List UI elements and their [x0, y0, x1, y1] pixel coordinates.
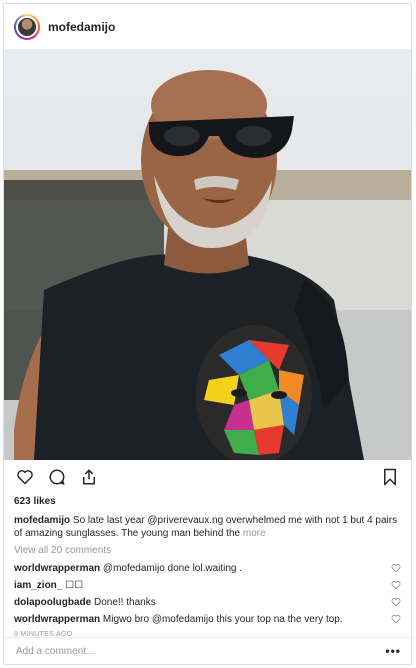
more-link[interactable]: more	[243, 528, 266, 539]
avatar[interactable]	[14, 13, 40, 40]
comment-input[interactable]	[14, 644, 386, 658]
comment-row: dolapoolugbade Done!! thanks	[4, 594, 411, 610]
comment-text: Done!! thanks	[94, 596, 156, 608]
post-username[interactable]: mofedamijo	[48, 20, 115, 34]
comment-heart-icon[interactable]	[391, 614, 401, 624]
comment-heart-icon[interactable]	[391, 563, 401, 573]
comment-row: worldwrapperman Migwo bro @mofedamijo th…	[4, 611, 411, 627]
comment-text: Migwo bro @mofedamijo this your top na t…	[102, 613, 343, 625]
post-photo[interactable]	[4, 50, 411, 460]
caption: mofedamijo So late last year @priverevau…	[4, 510, 411, 540]
caption-username[interactable]: mofedamijo	[14, 515, 70, 526]
share-icon[interactable]	[78, 466, 100, 488]
action-bar	[4, 460, 411, 494]
comment-text: ☐☐	[65, 579, 84, 591]
post-card: mofedamijo 623 likes mofedamijo So late …	[3, 3, 412, 665]
comment-username[interactable]: iam_zion_	[14, 580, 62, 591]
view-all-comments-link[interactable]: View all 20 comments	[4, 540, 411, 559]
comment-heart-icon[interactable]	[391, 580, 401, 590]
more-options-icon[interactable]: •••	[385, 644, 401, 658]
post-photo-illustration	[4, 70, 411, 460]
heart-icon[interactable]	[14, 466, 36, 488]
comment-icon[interactable]	[46, 466, 68, 488]
post-header: mofedamijo	[4, 4, 411, 50]
comment-list: worldwrapperman @mofedamijo done lol.wai…	[4, 560, 411, 627]
comment-row: iam_zion_ ☐☐	[4, 577, 411, 593]
comment-heart-icon[interactable]	[391, 597, 401, 607]
comment-username[interactable]: dolapoolugbade	[14, 597, 91, 608]
avatar-image	[16, 15, 38, 38]
caption-text: So late last year @priverevaux.ng overwh…	[14, 515, 398, 539]
add-comment-bar: •••	[4, 637, 411, 664]
likes-count[interactable]: 623 likes	[4, 494, 411, 510]
comment-row: worldwrapperman @mofedamijo done lol.wai…	[4, 560, 411, 576]
comment-username[interactable]: worldwrapperman	[14, 614, 100, 625]
comment-username[interactable]: worldwrapperman	[14, 563, 100, 574]
comment-text: @mofedamijo done lol.waiting .	[102, 562, 243, 574]
bookmark-icon[interactable]	[379, 466, 401, 488]
